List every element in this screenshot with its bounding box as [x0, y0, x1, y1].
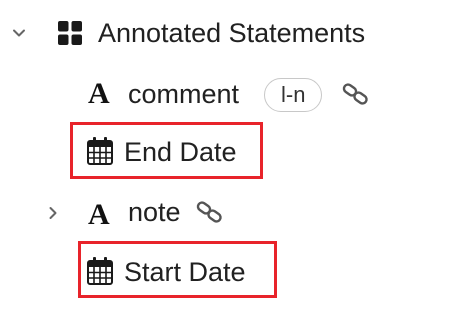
tree-item-label-note[interactable]: note — [128, 196, 181, 228]
text-type-icon: A — [88, 77, 110, 110]
link-icon[interactable] — [342, 82, 370, 111]
grid-icon — [56, 19, 84, 52]
link-icon[interactable] — [196, 200, 224, 229]
tree-item-label-comment[interactable]: comment — [128, 78, 239, 110]
tree-root-label[interactable]: Annotated Statements — [98, 17, 365, 49]
text-type-icon: A — [88, 198, 110, 231]
cardinality-badge: l-n — [264, 78, 323, 112]
chevron-down-icon[interactable] — [8, 22, 30, 44]
chevron-right-icon[interactable] — [42, 202, 64, 224]
calendar-icon — [86, 136, 114, 171]
tree-item-label-start-date[interactable]: Start Date — [124, 256, 246, 288]
tree-item-label-end-date[interactable]: End Date — [124, 136, 237, 168]
calendar-icon — [86, 256, 114, 291]
